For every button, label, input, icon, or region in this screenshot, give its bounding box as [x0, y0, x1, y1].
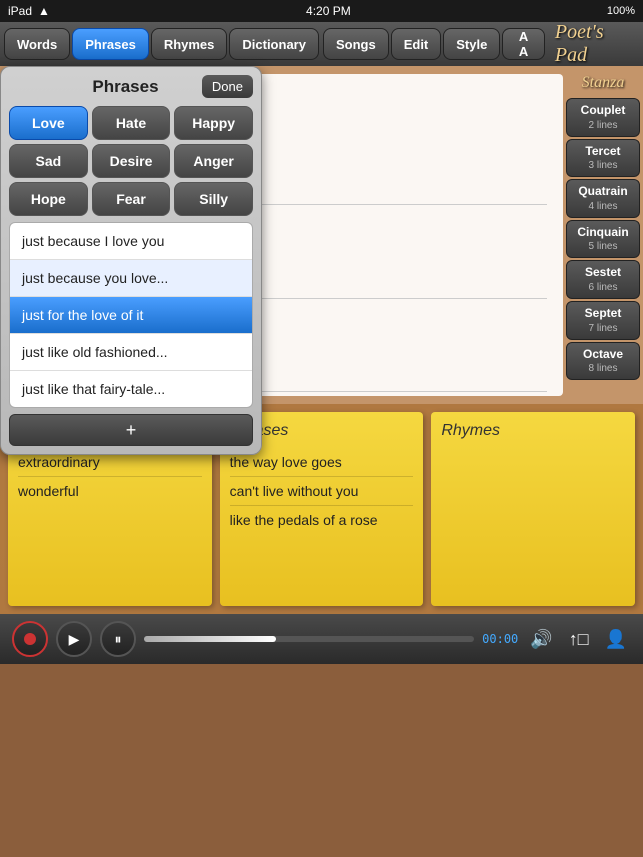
pause-icon: ⏸ [115, 631, 122, 648]
tab-words[interactable]: Words [4, 28, 70, 60]
stanza-quatrain[interactable]: Quatrain 4 lines [566, 179, 640, 218]
tab-style[interactable]: Style [443, 28, 500, 60]
emotion-fear[interactable]: Fear [92, 182, 171, 216]
user-icon: 👤 [605, 629, 627, 649]
stanza-sestet[interactable]: Sestet 6 lines [566, 260, 640, 299]
phrase-item-3[interactable]: just for the love of it [10, 297, 252, 334]
player-bar: ▶ ⏸ 00:00 🔊 ↑□ 👤 [0, 614, 643, 664]
tab-bar: Words Phrases Rhymes Dictionary Songs Ed… [0, 22, 643, 66]
stanza-sidebar: Stanza Couplet 2 lines Tercet 3 lines Qu… [563, 66, 643, 404]
app-title: Poet's Pad [555, 21, 639, 67]
battery-label: 100% [607, 5, 635, 17]
emotion-grid: Love Hate Happy Sad Desire Anger Hope Fe… [9, 106, 253, 216]
tab-edit[interactable]: Edit [391, 28, 442, 60]
stanza-tercet[interactable]: Tercet 3 lines [566, 139, 640, 178]
phrase-item-1[interactable]: just because I love you [10, 223, 252, 260]
popup-title: Phrases [49, 77, 202, 97]
done-button[interactable]: Done [202, 75, 253, 98]
stanza-couplet[interactable]: Couplet 2 lines [566, 98, 640, 137]
emotion-anger[interactable]: Anger [174, 144, 253, 178]
share-icon: ↑□ [569, 629, 589, 649]
phrase-item-2[interactable]: just because you love... [10, 260, 252, 297]
emotion-desire[interactable]: Desire [92, 144, 171, 178]
popup-header: Phrases Done [9, 75, 253, 98]
pause-button[interactable]: ⏸ [100, 621, 136, 657]
phrases-item-2: can't live without you [230, 477, 414, 506]
main-content: s gone s along e's done house a home an … [0, 66, 643, 404]
wifi-icon: ▲ [38, 4, 50, 18]
stanza-septet[interactable]: Septet 7 lines [566, 301, 640, 340]
volume-button[interactable]: 🔊 [526, 625, 556, 654]
play-icon: ▶ [69, 631, 80, 648]
phrases-popup: Phrases Done Love Hate Happy Sad Desire … [0, 66, 262, 455]
rhymes-card-title: Rhymes [441, 422, 625, 440]
words-item-2: wonderful [18, 477, 202, 505]
stanza-title: Stanza [582, 70, 625, 96]
time-label: 4:20 PM [306, 4, 351, 18]
volume-icon: 🔊 [530, 629, 552, 649]
progress-bar[interactable] [144, 636, 474, 642]
play-button[interactable]: ▶ [56, 621, 92, 657]
emotion-hate[interactable]: Hate [92, 106, 171, 140]
emotion-hope[interactable]: Hope [9, 182, 88, 216]
player-time: 00:00 [482, 632, 518, 646]
tab-phrases[interactable]: Phrases [72, 28, 149, 60]
phrase-item-5[interactable]: just like that fairy-tale... [10, 371, 252, 407]
phrases-list: just because I love you just because you… [9, 222, 253, 408]
emotion-happy[interactable]: Happy [174, 106, 253, 140]
share-button[interactable]: ↑□ [565, 625, 593, 654]
stanza-cinquain[interactable]: Cinquain 5 lines [566, 220, 640, 259]
add-phrase-button[interactable]: + [9, 414, 253, 446]
tab-dictionary[interactable]: Dictionary [229, 28, 319, 60]
record-button[interactable] [12, 621, 48, 657]
record-icon [24, 633, 36, 645]
emotion-love[interactable]: Love [9, 106, 88, 140]
phrase-item-4[interactable]: just like old fashioned... [10, 334, 252, 371]
emotion-silly[interactable]: Silly [174, 182, 253, 216]
emotion-sad[interactable]: Sad [9, 144, 88, 178]
phrases-item-3: like the pedals of a rose [230, 506, 414, 534]
tab-songs[interactable]: Songs [323, 28, 389, 60]
carrier-label: iPad [8, 4, 32, 18]
user-button[interactable]: 👤 [601, 625, 631, 654]
tab-fontsize[interactable]: A A [502, 28, 545, 60]
progress-fill [144, 636, 276, 642]
rhymes-card: Rhymes [431, 412, 635, 606]
tab-rhymes[interactable]: Rhymes [151, 28, 228, 60]
status-bar: iPad ▲ 4:20 PM 100% [0, 0, 643, 22]
stanza-octave[interactable]: Octave 8 lines [566, 342, 640, 381]
